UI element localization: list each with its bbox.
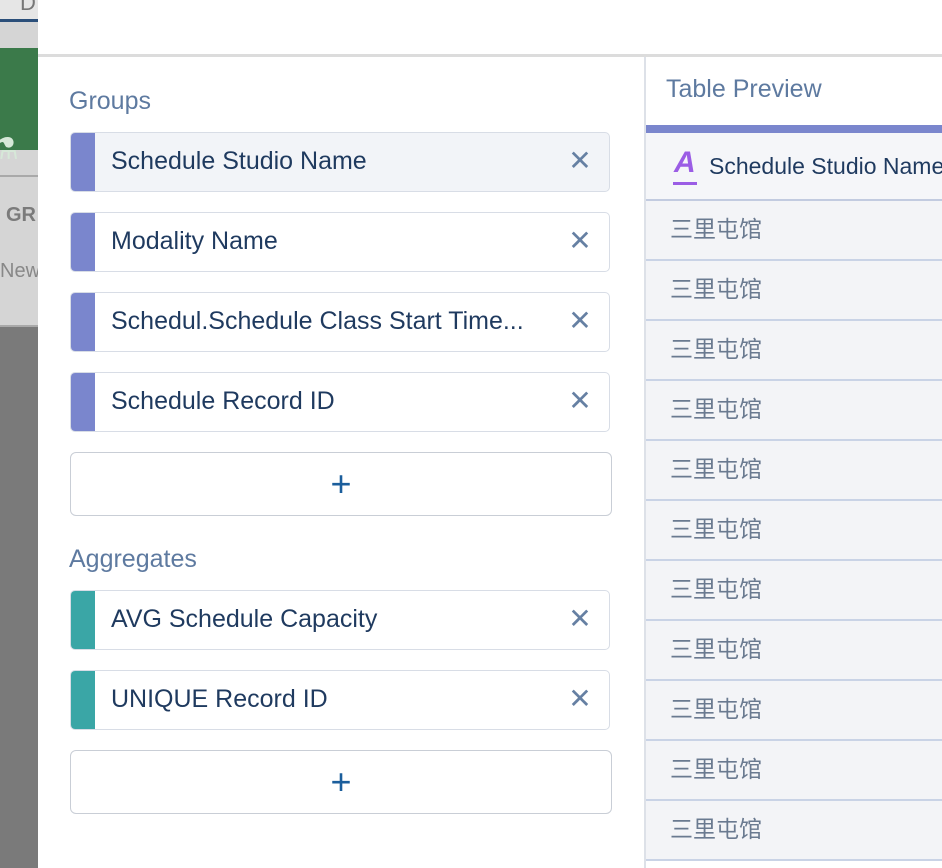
table-row: 三里屯馆 — [646, 381, 942, 441]
table-cell: 三里屯馆 — [670, 337, 762, 363]
background-top-text: D — [20, 0, 36, 15]
preview-accent-bar — [646, 125, 942, 133]
group-pill-bar — [71, 213, 95, 271]
table-cell: 三里屯馆 — [670, 817, 762, 843]
background-overlay — [0, 327, 38, 868]
close-icon[interactable]: ✕ — [567, 605, 593, 633]
add-aggregate-button[interactable]: + — [70, 750, 612, 814]
table-row: 三里屯馆 — [646, 441, 942, 501]
table-row: 三里屯馆 — [646, 261, 942, 321]
plus-icon: + — [330, 761, 352, 802]
background-top-line — [0, 19, 38, 22]
query-builder-modal: Groups Schedule Studio Name ✕ Modality N… — [38, 0, 942, 868]
group-pill-record-id[interactable]: Schedule Record ID ✕ — [70, 372, 610, 432]
aggregate-pill-avg-capacity[interactable]: AVG Schedule Capacity ✕ — [70, 590, 610, 650]
aggregate-pill-bar — [71, 591, 95, 649]
group-pill-bar — [71, 133, 95, 191]
background-divider — [0, 175, 38, 177]
close-icon[interactable]: ✕ — [567, 227, 593, 255]
text-type-icon: A — [674, 146, 696, 179]
table-row: 三里屯馆 — [646, 501, 942, 561]
close-icon[interactable]: ✕ — [567, 147, 593, 175]
table-row: 三里屯馆 — [646, 561, 942, 621]
fields-panel: Groups Schedule Studio Name ✕ Modality N… — [38, 57, 644, 868]
background-gr-text: GR — [6, 204, 36, 226]
text-type-icon-underline — [673, 182, 697, 185]
table-row: 三里屯馆 — [646, 681, 942, 741]
groups-title: Groups — [69, 87, 151, 115]
close-icon[interactable]: ✕ — [567, 387, 593, 415]
table-preview-title: Table Preview — [666, 75, 822, 103]
preview-rows: 三里屯馆 三里屯馆 三里屯馆 三里屯馆 三里屯馆 三里屯馆 三里屯馆 三里屯馆 … — [646, 201, 942, 861]
table-cell: 三里屯馆 — [670, 277, 762, 303]
table-preview-panel: Table Preview A Schedule Studio Name 三里屯… — [646, 57, 942, 868]
aggregates-title: Aggregates — [69, 545, 197, 573]
group-pill-label: Modality Name — [111, 227, 278, 255]
group-pill-label: Schedule Record ID — [111, 387, 335, 415]
table-row: 三里屯馆 — [646, 201, 942, 261]
table-row: 三里屯馆 — [646, 741, 942, 801]
group-pill-class-start-time[interactable]: Schedul.Schedule Class Start Time... ✕ — [70, 292, 610, 352]
aggregate-pill-label: UNIQUE Record ID — [111, 685, 328, 713]
add-group-button[interactable]: + — [70, 452, 612, 516]
table-row: 三里屯馆 — [646, 321, 942, 381]
table-cell: 三里屯馆 — [670, 397, 762, 423]
table-cell: 三里屯馆 — [670, 637, 762, 663]
table-cell: 三里屯馆 — [670, 457, 762, 483]
table-row: 三里屯馆 — [646, 801, 942, 861]
table-cell: 三里屯馆 — [670, 577, 762, 603]
close-icon[interactable]: ✕ — [567, 307, 593, 335]
table-cell: 三里屯馆 — [670, 757, 762, 783]
close-icon[interactable]: ✕ — [567, 685, 593, 713]
modal-header — [38, 0, 942, 54]
table-cell: 三里屯馆 — [670, 517, 762, 543]
column-header-label: Schedule Studio Name — [709, 153, 942, 179]
aggregate-pill-bar — [71, 671, 95, 729]
group-pill-bar — [71, 293, 95, 351]
flask-icon: ⚗ — [0, 133, 19, 166]
group-pill-bar — [71, 373, 95, 431]
group-pill-label: Schedul.Schedule Class Start Time... — [111, 307, 524, 335]
plus-icon: + — [330, 463, 352, 504]
background-new-text: New — [0, 260, 38, 282]
background-page: D ⚗ GR New — [0, 0, 38, 868]
background-app-tile: ⚗ — [0, 48, 38, 166]
group-pill-label: Schedule Studio Name — [111, 147, 367, 175]
table-cell: 三里屯馆 — [670, 217, 762, 243]
group-pill-modality-name[interactable]: Modality Name ✕ — [70, 212, 610, 272]
aggregate-pill-label: AVG Schedule Capacity — [111, 605, 378, 633]
table-row: 三里屯馆 — [646, 621, 942, 681]
group-pill-studio-name[interactable]: Schedule Studio Name ✕ — [70, 132, 610, 192]
preview-column-header[interactable]: A Schedule Studio Name — [646, 133, 942, 201]
table-cell: 三里屯馆 — [670, 697, 762, 723]
aggregate-pill-unique-record-id[interactable]: UNIQUE Record ID ✕ — [70, 670, 610, 730]
